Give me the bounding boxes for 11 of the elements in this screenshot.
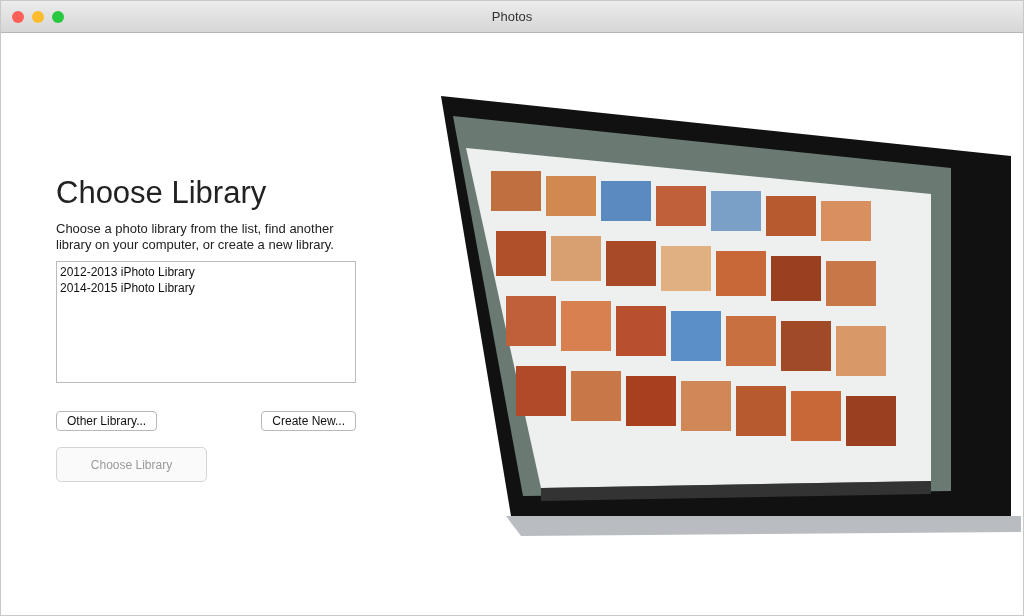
library-list[interactable]: 2012-2013 iPhoto Library 2014-2015 iPhoto Library [56,261,356,383]
description: Choose a photo library from the list, find another library on your computer, or create a new library. [56,221,335,253]
heading: Choose Library [56,175,268,211]
library-button[interactable]: Other Library... [56,411,158,431]
zoom-button[interactable] [52,10,64,23]
minimize-button[interactable] [32,10,44,23]
library-item[interactable]: 2012-2013 iPhoto Library [57,264,355,280]
window-title: Photos [490,9,534,24]
library-item[interactable]: 2014-2015 iPhoto Library [57,280,355,296]
library-button[interactable]: Create New... [261,411,356,431]
close-button[interactable] [12,10,24,23]
